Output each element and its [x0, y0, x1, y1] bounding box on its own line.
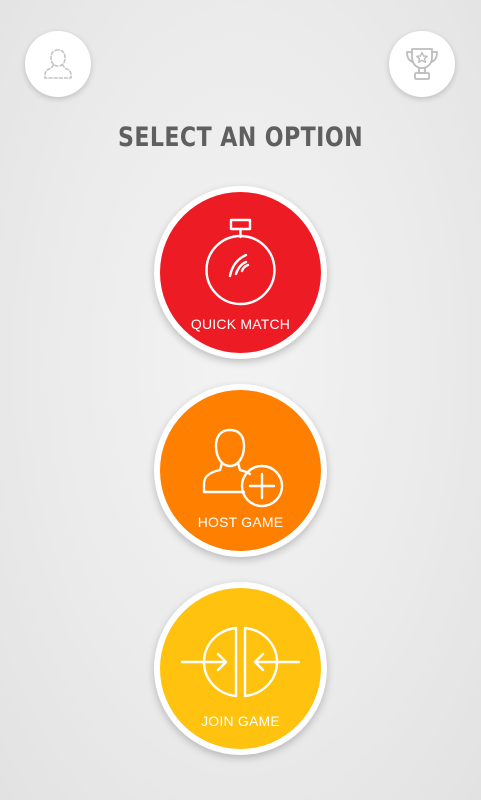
quick-match-button[interactable]: QUICK MATCH — [154, 186, 327, 359]
join-game-button[interactable]: JOIN GAME — [154, 582, 327, 755]
host-game-circle: HOST GAME — [160, 390, 321, 551]
join-game-label: JOIN GAME — [201, 713, 280, 729]
quick-match-circle: QUICK MATCH — [160, 192, 321, 353]
join-game-circle: JOIN GAME — [160, 588, 321, 749]
host-game-button[interactable]: HOST GAME — [154, 384, 327, 557]
quick-match-label: QUICK MATCH — [190, 316, 291, 332]
page-title: SELECT AN OPTION — [117, 122, 364, 153]
leaderboard-button[interactable] — [389, 31, 455, 97]
trophy-star-icon — [406, 48, 438, 80]
user-outline-icon — [44, 49, 72, 79]
profile-button[interactable] — [25, 31, 91, 97]
host-game-label: HOST GAME — [197, 514, 284, 530]
